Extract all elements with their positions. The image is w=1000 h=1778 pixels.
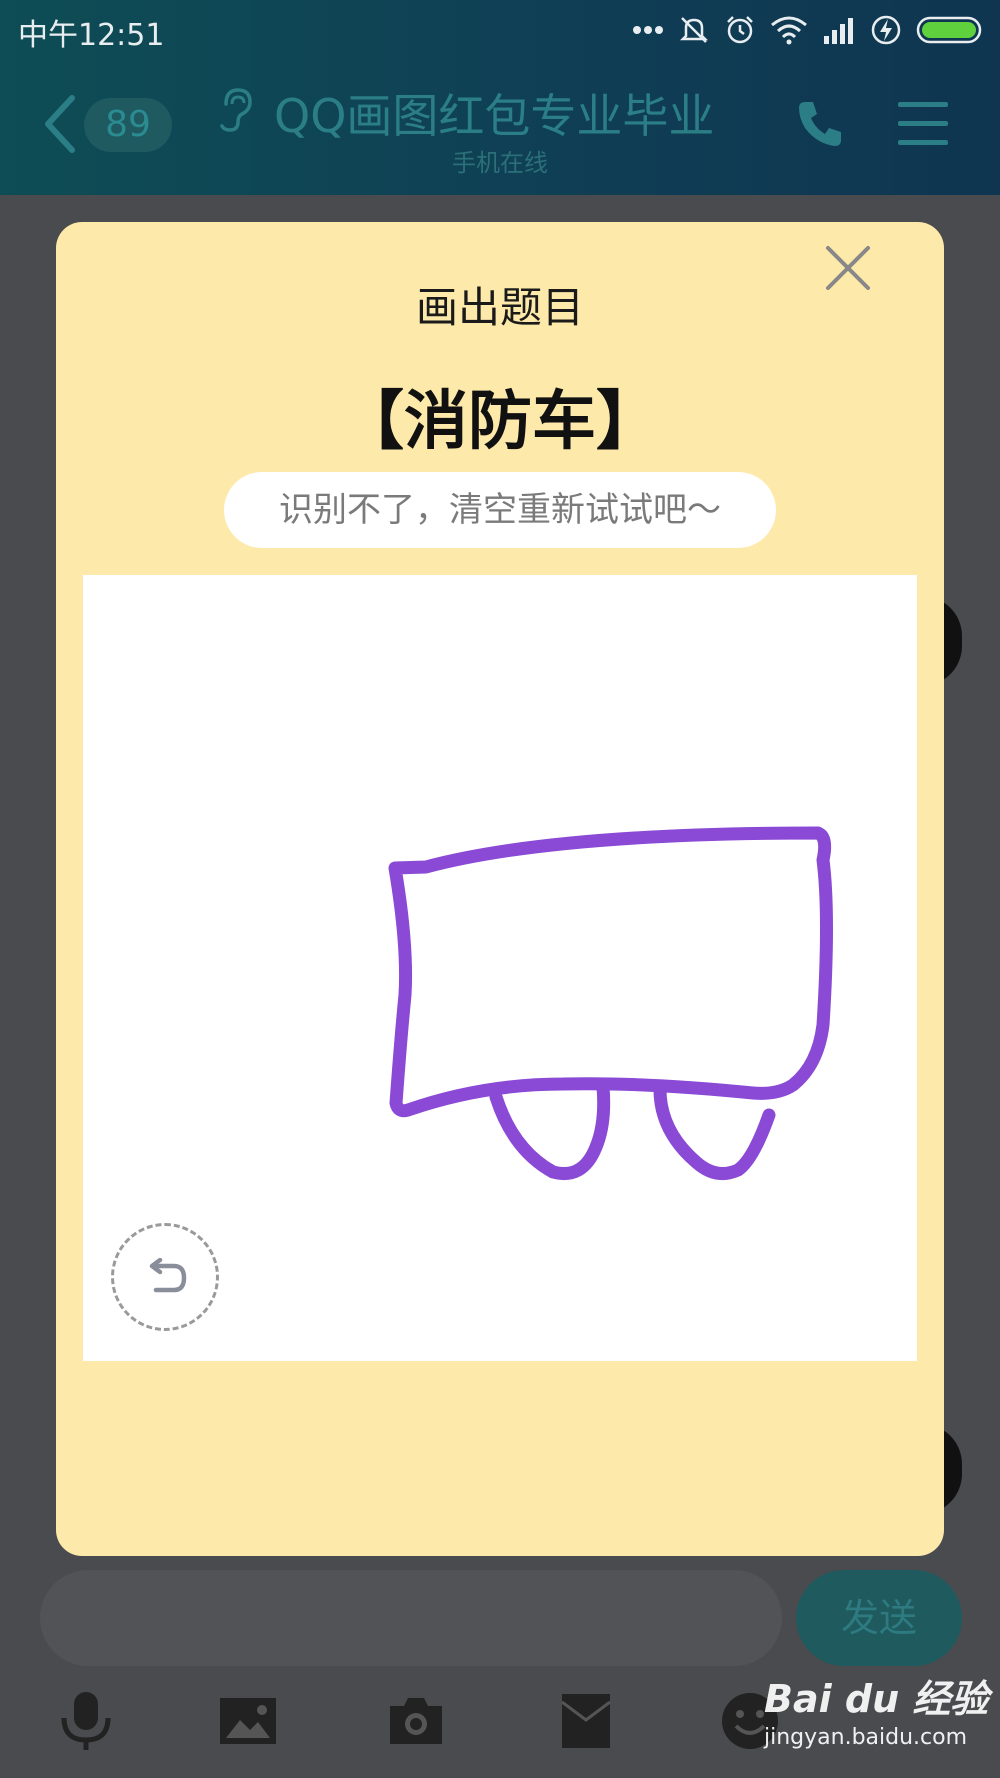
alarm-icon [727,16,753,44]
undo-button[interactable] [111,1223,219,1331]
dialog-heading: 画出题目 [415,283,584,332]
send-button[interactable]: 发送 [796,1570,962,1666]
camera-icon[interactable] [386,1690,446,1752]
drawing-stroke-body [388,826,833,1118]
undo-icon [149,1258,187,1293]
wifi-icon [771,16,807,45]
chat-subtitle: 手机在线 [452,149,548,177]
recognition-hint: 识别不了，清空重新试试吧～ [224,472,776,548]
drawing-stroke-right-wheel [653,1080,776,1181]
menu-icon[interactable] [898,102,948,146]
watermark-url: jingyan.baidu.com [764,1725,968,1750]
watermark-logo: Bai du 经验 [764,1677,989,1721]
mute-icon [679,17,709,43]
status-time: 中午12:51 [18,18,165,53]
user-drawing [388,826,833,1181]
signal-icon [824,18,853,44]
phone-icon[interactable] [795,98,847,150]
drawing-canvas[interactable] [83,575,917,1361]
drawing-stroke-left-wheel [489,1080,611,1180]
status-icons [632,12,986,48]
battery-icon [916,16,982,44]
message-input[interactable] [40,1570,782,1666]
watermark: Bai du 经验 jingyan.baidu.com [764,1668,988,1750]
chat-title: QQ画图红包专业毕业 [274,89,715,143]
top-bar: 中午12:51 89 QQ画图红包专业毕业 手机在线 [0,0,1000,195]
target-word: 【消防车】 [340,385,660,459]
microphone-icon[interactable] [56,1690,116,1752]
charging-icon [871,15,901,45]
red-packet-icon[interactable] [556,1690,616,1752]
image-icon[interactable] [218,1690,278,1752]
ear-icon [220,88,252,132]
more-dots-icon [633,26,663,34]
